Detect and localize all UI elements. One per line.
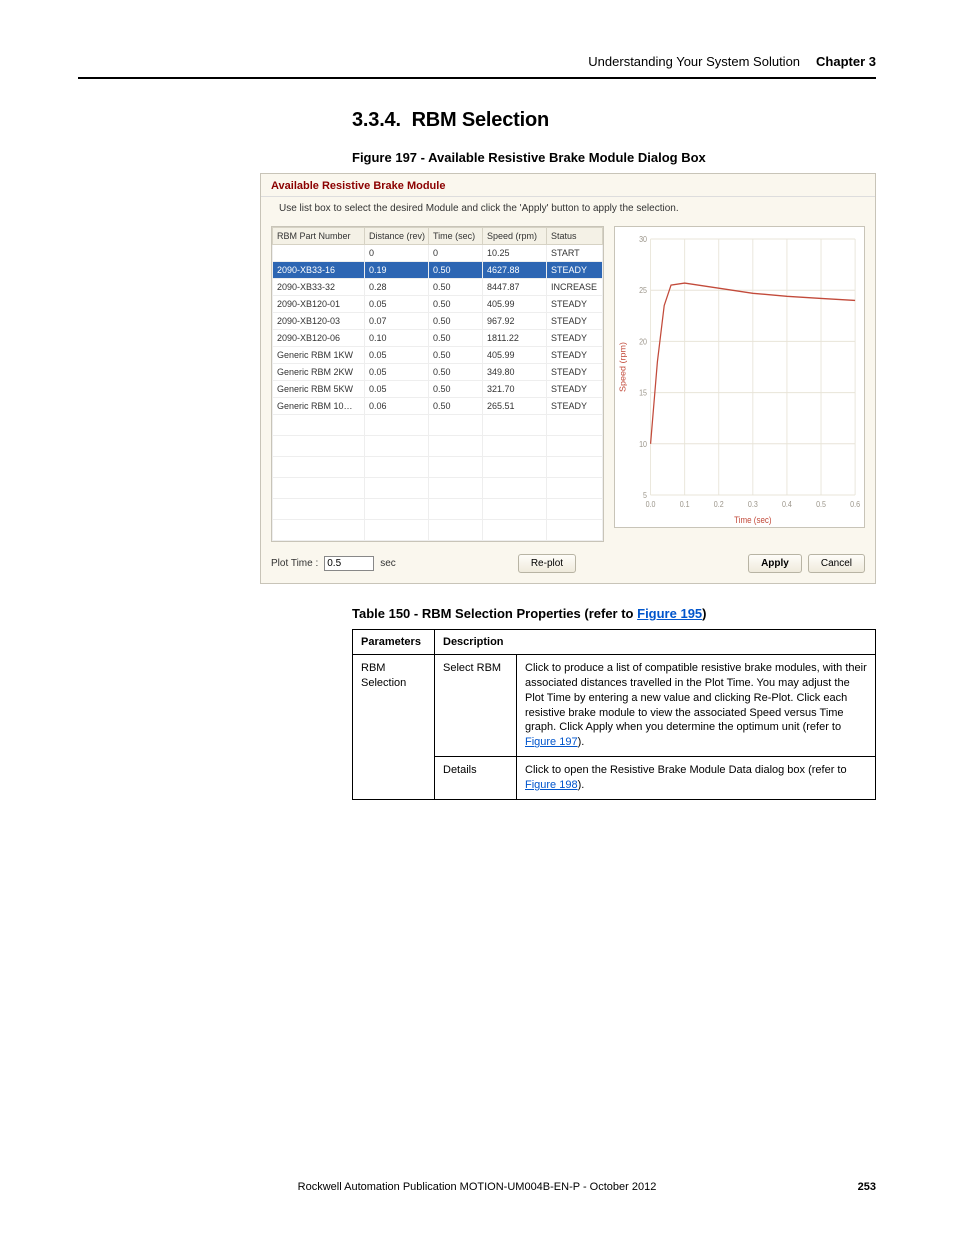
svg-text:20: 20 bbox=[639, 337, 647, 347]
replot-button[interactable]: Re-plot bbox=[518, 554, 576, 573]
header-title: Understanding Your System Solution bbox=[588, 54, 800, 69]
svg-text:0.3: 0.3 bbox=[748, 500, 758, 510]
col-parameters: Parameters bbox=[353, 630, 435, 655]
figure-195-link[interactable]: Figure 195 bbox=[637, 606, 702, 621]
table-row[interactable]: Generic RBM 10…0.060.50265.51STEADY bbox=[273, 398, 603, 415]
cell-select-rbm-desc: Click to produce a list of compatible re… bbox=[517, 655, 876, 757]
table-row[interactable]: 2090-XB120-030.070.50967.92STEADY bbox=[273, 313, 603, 330]
plot-time-label: Plot Time : bbox=[271, 558, 318, 569]
svg-text:0.5: 0.5 bbox=[816, 500, 826, 510]
table-header-row: RBM Part Number Distance (rev) Time (sec… bbox=[273, 228, 603, 245]
svg-text:0.2: 0.2 bbox=[714, 500, 724, 510]
table-row[interactable]: Generic RBM 5KW0.050.50321.70STEADY bbox=[273, 381, 603, 398]
page-footer: Rockwell Automation Publication MOTION-U… bbox=[78, 1181, 876, 1193]
svg-text:0.0: 0.0 bbox=[646, 500, 656, 510]
apply-button[interactable]: Apply bbox=[748, 554, 802, 573]
svg-text:0.6: 0.6 bbox=[850, 500, 860, 510]
svg-text:15: 15 bbox=[639, 388, 647, 398]
running-header: Understanding Your System Solution Chapt… bbox=[78, 54, 876, 79]
svg-text:0.1: 0.1 bbox=[680, 500, 690, 510]
svg-text:0.4: 0.4 bbox=[782, 500, 792, 510]
rbm-properties-table: Parameters Description RBM Selection Sel… bbox=[352, 629, 876, 800]
header-chapter: Chapter 3 bbox=[816, 54, 876, 69]
cell-details-desc: Click to open the Resistive Brake Module… bbox=[517, 757, 876, 800]
table-row[interactable]: Generic RBM 2KW0.050.50349.80STEADY bbox=[273, 364, 603, 381]
svg-text:30: 30 bbox=[639, 235, 647, 245]
figure-197-link[interactable]: Figure 197 bbox=[525, 736, 578, 748]
table-caption: Table 150 - RBM Selection Properties (re… bbox=[352, 606, 876, 621]
table-row[interactable]: Generic RBM 1KW0.050.50405.99STEADY bbox=[273, 347, 603, 364]
dialog-instruction: Use list box to select the desired Modul… bbox=[261, 197, 875, 218]
dialog-title: Available Resistive Brake Module bbox=[261, 174, 875, 196]
col-description: Description bbox=[435, 630, 876, 655]
cell-select-rbm: Select RBM bbox=[435, 655, 517, 757]
table-row[interactable]: 2090-XB120-010.050.50405.99STEADY bbox=[273, 296, 603, 313]
table-row[interactable]: 2090-XB120-060.100.501811.22STEADY bbox=[273, 330, 603, 347]
table-row[interactable]: 2090-XB33-160.190.504627.88STEADY bbox=[273, 262, 603, 279]
publication-info: Rockwell Automation Publication MOTION-U… bbox=[298, 1181, 657, 1193]
svg-text:Time (sec): Time (sec) bbox=[734, 515, 772, 526]
section-heading: 3.3.4. RBM Selection bbox=[352, 109, 876, 132]
svg-text:10: 10 bbox=[639, 439, 647, 449]
table-row[interactable]: 2090-XB33-320.280.508447.87INCREASE bbox=[273, 279, 603, 296]
rbm-table[interactable]: RBM Part Number Distance (rev) Time (sec… bbox=[271, 226, 604, 542]
rbm-dialog: Available Resistive Brake Module Use lis… bbox=[260, 173, 876, 584]
cancel-button[interactable]: Cancel bbox=[808, 554, 865, 573]
speed-time-chart: 510152025300.00.10.20.30.40.50.6Time (se… bbox=[614, 226, 865, 528]
figure-caption: Figure 197 - Available Resistive Brake M… bbox=[352, 150, 876, 165]
plot-time-input[interactable] bbox=[324, 556, 374, 571]
svg-text:25: 25 bbox=[639, 286, 647, 296]
page-number: 253 bbox=[858, 1181, 876, 1193]
cell-group: RBM Selection bbox=[353, 655, 435, 800]
svg-text:Speed (rpm): Speed (rpm) bbox=[618, 342, 627, 392]
figure-198-link[interactable]: Figure 198 bbox=[525, 779, 578, 791]
cell-details: Details bbox=[435, 757, 517, 800]
table-row[interactable]: 0010.25START bbox=[273, 245, 603, 262]
plot-time-unit: sec bbox=[380, 558, 396, 569]
